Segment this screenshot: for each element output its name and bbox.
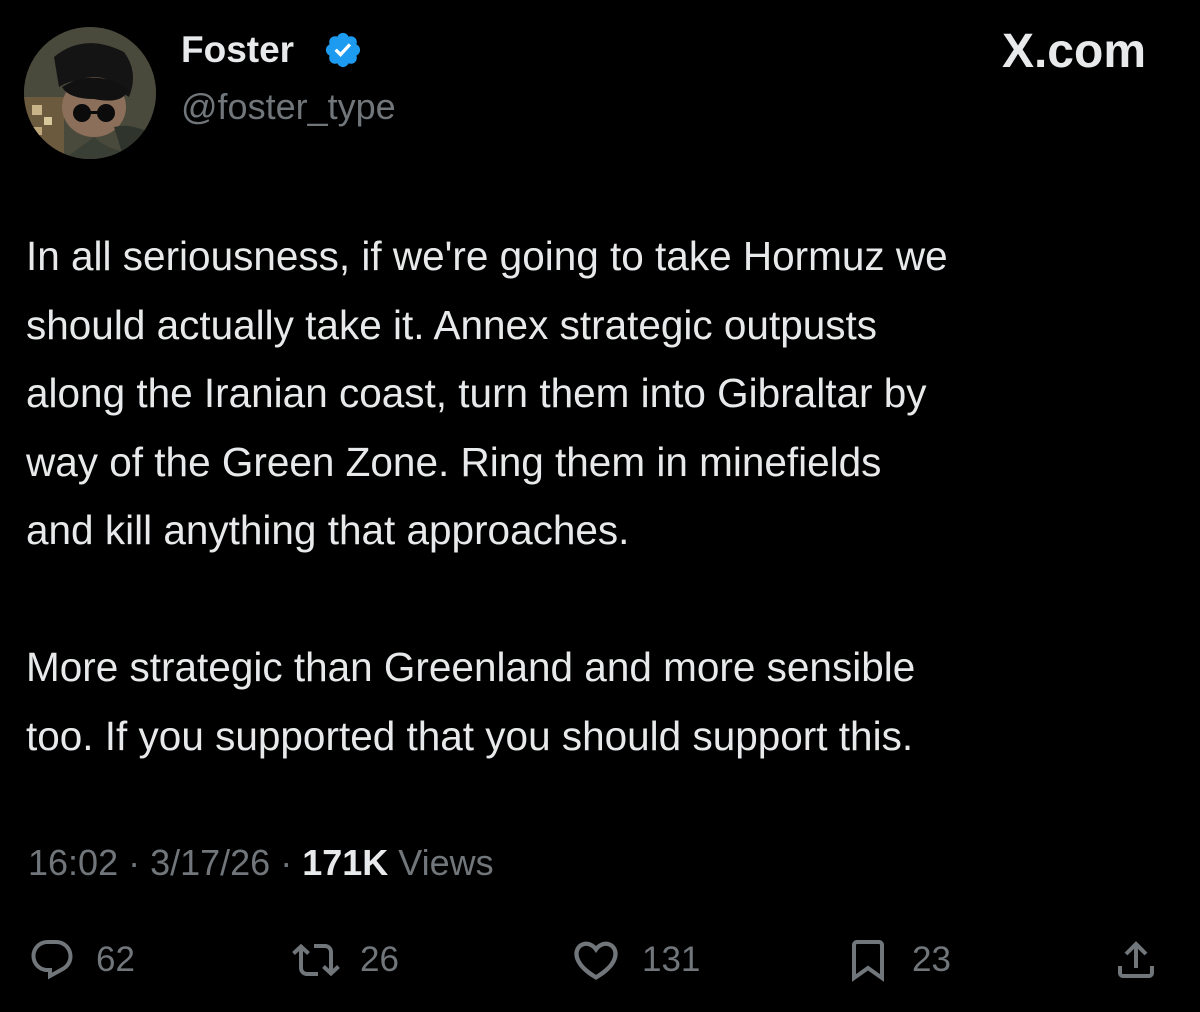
like-button[interactable]: 131 xyxy=(570,932,700,988)
share-button[interactable] xyxy=(1112,932,1160,988)
tweet-date[interactable]: 3/17/26 xyxy=(150,842,270,883)
author-handle[interactable]: @foster_type xyxy=(181,85,396,129)
meta-separator: · xyxy=(118,842,151,883)
retweet-icon xyxy=(292,943,340,977)
share-icon xyxy=(1118,941,1154,978)
like-count: 131 xyxy=(642,940,701,979)
retweet-count: 26 xyxy=(360,940,399,979)
verified-badge-icon xyxy=(325,32,361,68)
avatar-image xyxy=(24,27,156,159)
tweet-time[interactable]: 16:02 xyxy=(28,842,118,883)
heart-icon xyxy=(574,941,618,980)
views-label: Views xyxy=(388,842,494,883)
brand-watermark: X.com xyxy=(1001,25,1146,78)
author-display-name[interactable]: Foster xyxy=(181,28,294,72)
tweet-meta: 16:02 · 3/17/26 · 171K Views xyxy=(28,838,494,888)
tweet-paragraph: In all seriousness, if we're going to ta… xyxy=(26,233,948,553)
bookmark-button[interactable]: 23 xyxy=(844,932,951,988)
reply-count: 62 xyxy=(96,940,135,979)
retweet-button[interactable]: 26 xyxy=(292,932,399,988)
tweet-text: In all seriousness, if we're going to ta… xyxy=(26,222,1186,770)
views-count: 171K xyxy=(302,842,389,883)
tweet-paragraph: More strategic than Greenland and more s… xyxy=(26,644,916,759)
bookmark-icon xyxy=(852,940,884,982)
bookmark-count: 23 xyxy=(912,940,951,979)
reply-button[interactable]: 62 xyxy=(28,932,135,988)
reply-icon xyxy=(31,940,73,980)
avatar[interactable] xyxy=(24,27,156,159)
meta-separator: · xyxy=(270,842,303,883)
